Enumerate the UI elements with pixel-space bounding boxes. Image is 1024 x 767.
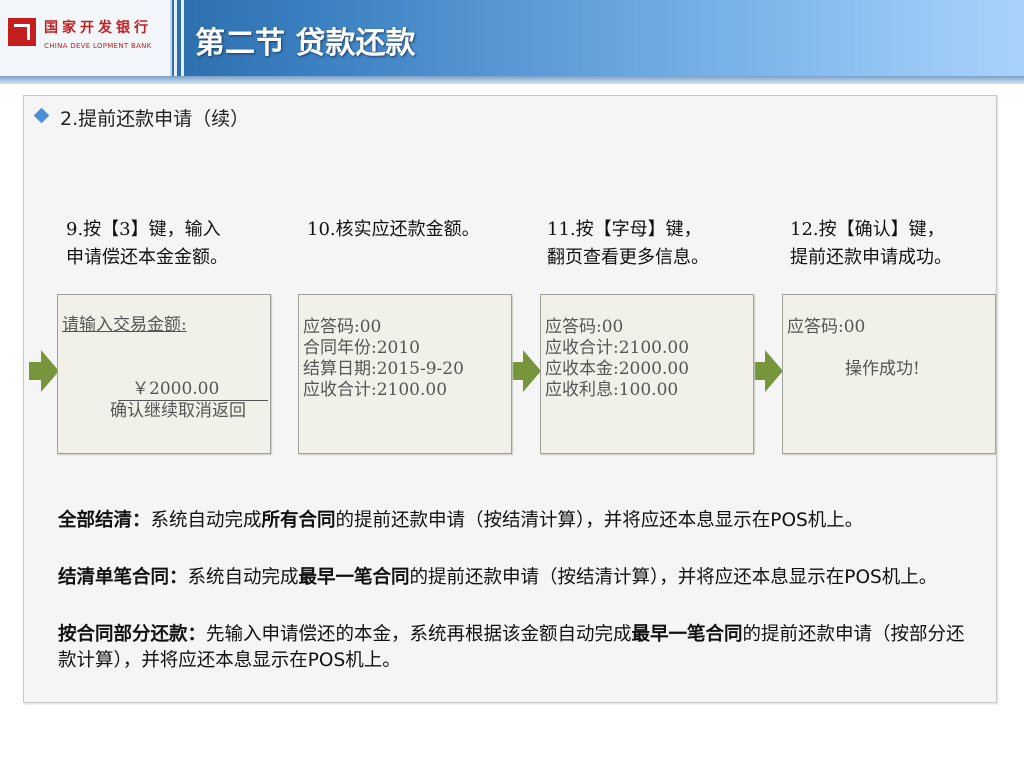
section-subtitle: 2.提前还款申请（续） (60, 108, 250, 130)
screen-line: 应答码:00 (787, 317, 866, 337)
pos-screen-more-info: 应答码:00 应收合计:2100.00 应收本金:2000.00 应收利息:10… (540, 294, 754, 454)
screen-amount: ￥2000.00 (132, 379, 220, 399)
title-stripe (174, 0, 177, 76)
logo-english-name: CHINA DEVE LOPMENT BANK (44, 42, 152, 50)
para-text: 的提前还款申请（按结清计算），并将应还本息显示在POS机上。 (335, 510, 864, 531)
step-12-caption: 12.按【确认】键， 提前还款申请成功。 (790, 216, 952, 272)
screen-line: 应收合计:2100.00 (303, 380, 448, 400)
para-text: 系统自动完成 (150, 510, 262, 531)
screen-line: 应答码:00 (303, 317, 382, 337)
screen-line: 应收本金:2000.00 (545, 359, 690, 379)
paragraph-partial-repayment: 按合同部分还款：先输入申请偿还的本金，系统再根据该金额自动完成最早一笔合同的提前… (58, 622, 968, 674)
screen-prompt: 请输入交易金额: (62, 315, 187, 335)
screen-line: 应收合计:2100.00 (545, 338, 690, 358)
pos-screen-input-amount: 请输入交易金额: ￥2000.00 确认继续取消返回 (57, 294, 271, 454)
content-panel: 2.提前还款申请（续） 9.按【3】键，输入 申请偿还本金金额。 10.核实应还… (23, 95, 997, 703)
flow-arrow-icon (753, 350, 783, 392)
flow-arrow-icon (511, 350, 541, 392)
header-divider (0, 76, 1024, 84)
title-stripe (181, 0, 184, 76)
screen-line: 合同年份:2010 (303, 338, 420, 358)
para-text: 的提前还款申请（按结清计算），并将应还本息显示在POS机上。 (409, 567, 938, 588)
page-title: 第二节 贷款还款 (195, 26, 416, 61)
pos-screen-success: 应答码:00 操作成功! (782, 294, 996, 454)
para-lead: 按合同部分还款： (58, 624, 207, 645)
logo-chinese-name: 国家开发银行 (44, 20, 152, 36)
step-10-caption: 10.核实应还款金额。 (307, 216, 480, 244)
caption-line: 提前还款申请成功。 (790, 247, 952, 268)
para-lead: 结清单笔合同： (58, 567, 188, 588)
bank-logo: 国家开发银行 CHINA DEVE LOPMENT BANK (0, 0, 172, 76)
caption-line: 11.按【字母】键， (547, 219, 702, 240)
screen-line: 应收利息:100.00 (545, 380, 679, 400)
flow-arrow-icon (29, 350, 59, 392)
paragraph-single-contract: 结清单笔合同：系统自动完成最早一笔合同的提前还款申请（按结清计算），并将应还本息… (58, 565, 968, 591)
para-lead: 全部结清： (58, 510, 151, 531)
pos-screen-verify-amount: 应答码:00 合同年份:2010 结算日期:2015-9-20 应收合计:210… (298, 294, 512, 454)
para-emphasis: 所有合同 (261, 510, 336, 531)
para-text: 先输入申请偿还的本金，系统再根据该金额自动完成 (206, 624, 632, 645)
para-emphasis: 最早一笔合同 (631, 624, 743, 645)
caption-line: 翻页查看更多信息。 (547, 247, 709, 268)
caption-line: 申请偿还本金金额。 (66, 247, 228, 268)
caption-line: 12.按【确认】键， (790, 219, 945, 240)
caption-line: 9.按【3】键，输入 (66, 219, 221, 240)
screen-line: 应答码:00 (545, 317, 624, 337)
paragraph-full-settlement: 全部结清：系统自动完成所有合同的提前还款申请（按结清计算），并将应还本息显示在P… (58, 508, 968, 534)
step-11-caption: 11.按【字母】键， 翻页查看更多信息。 (547, 216, 709, 272)
caption-line: 10.核实应还款金额。 (307, 219, 480, 240)
logo-mark-inner (14, 24, 30, 40)
screen-footer: 确认继续取消返回 (110, 401, 246, 421)
para-text: 系统自动完成 (187, 567, 299, 588)
screen-line: 结算日期:2015-9-20 (303, 359, 464, 379)
diamond-bullet-icon (33, 107, 50, 124)
screen-success-message: 操作成功! (845, 359, 920, 379)
step-9-caption: 9.按【3】键，输入 申请偿还本金金额。 (66, 216, 228, 272)
para-emphasis: 最早一笔合同 (298, 567, 410, 588)
